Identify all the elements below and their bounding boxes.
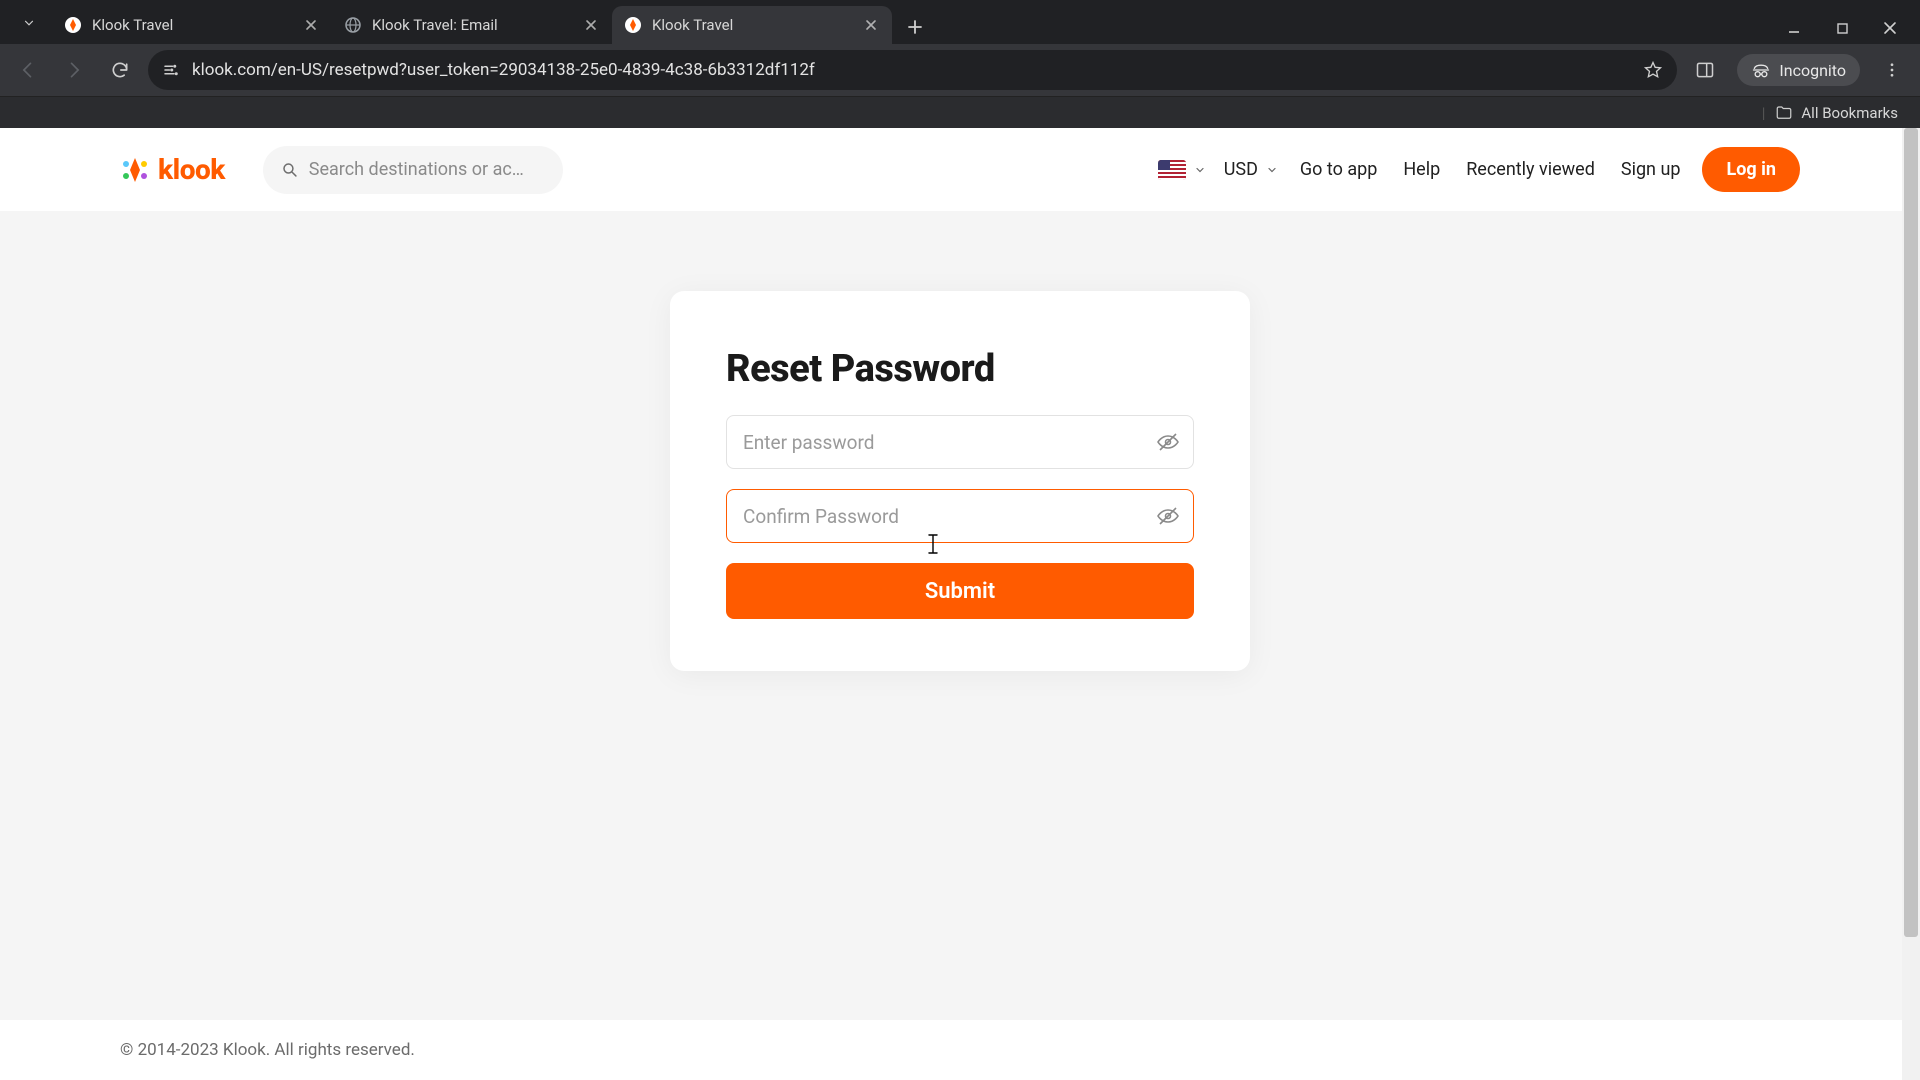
klook-favicon-icon (624, 16, 642, 34)
nav-sign-up[interactable]: Sign up (1617, 153, 1685, 186)
forward-button[interactable] (56, 52, 92, 88)
tab-search-button[interactable] (12, 6, 46, 40)
chevron-down-icon (1194, 164, 1206, 176)
tab-title: Klook Travel (652, 16, 852, 34)
eye-off-icon (1156, 504, 1180, 528)
language-selector[interactable] (1158, 160, 1206, 180)
confirm-password-input[interactable] (726, 489, 1194, 543)
browser-tab[interactable]: Klook Travel (52, 6, 332, 44)
klook-favicon-icon (64, 16, 82, 34)
close-icon (1883, 21, 1897, 35)
kebab-icon (1883, 61, 1901, 79)
browser-toolbar: klook.com/en-US/resetpwd?user_token=2903… (0, 44, 1920, 96)
site-search-input[interactable] (309, 159, 545, 180)
site-footer: © 2014-2023 Klook. All rights reserved. (0, 1020, 1920, 1080)
tab-close-button[interactable] (582, 16, 600, 34)
reset-password-card: Reset Password Submit (670, 291, 1250, 671)
logo-text: klook (158, 153, 225, 186)
side-panel-button[interactable] (1687, 52, 1723, 88)
tab-title: Klook Travel: Email (372, 16, 572, 34)
viewport: klook USD Go to app Help Recently viewed… (0, 128, 1920, 1080)
page-title: Reset Password (726, 347, 1194, 391)
close-icon (305, 19, 317, 31)
minimize-icon (1787, 21, 1801, 35)
incognito-label: Incognito (1779, 61, 1846, 80)
confirm-password-field-wrapper (726, 489, 1194, 543)
bookmarks-bar: | All Bookmarks (0, 96, 1920, 128)
globe-favicon-icon (344, 16, 362, 34)
tab-close-button[interactable] (302, 16, 320, 34)
browser-tab[interactable]: Klook Travel: Email (332, 6, 612, 44)
side-panel-icon (1695, 60, 1715, 80)
minimize-button[interactable] (1784, 18, 1804, 38)
nav-go-to-app[interactable]: Go to app (1296, 153, 1381, 186)
scrollbar-thumb[interactable] (1904, 128, 1918, 937)
logo-mark-icon (120, 155, 150, 185)
page-body: Reset Password Submit (0, 211, 1920, 1020)
bookmark-star-button[interactable] (1643, 60, 1663, 80)
toggle-password-visibility[interactable] (1156, 430, 1180, 454)
url-text: klook.com/en-US/resetpwd?user_token=2903… (192, 60, 1631, 80)
browser-chrome: Klook Travel Klook Travel: Email Klook T… (0, 0, 1920, 128)
window-controls (1784, 18, 1920, 44)
maximize-button[interactable] (1832, 18, 1852, 38)
chevron-down-icon (1266, 164, 1278, 176)
search-icon (281, 160, 299, 180)
site-header: klook USD Go to app Help Recently viewed… (0, 128, 1920, 211)
site-search[interactable] (263, 146, 563, 194)
currency-selector[interactable]: USD (1224, 159, 1278, 180)
star-icon (1643, 60, 1663, 80)
nav-log-in-button[interactable]: Log in (1702, 147, 1800, 192)
site-settings-button[interactable] (162, 61, 180, 79)
close-icon (585, 19, 597, 31)
close-icon (865, 19, 877, 31)
all-bookmarks-button[interactable]: All Bookmarks (1775, 104, 1898, 122)
toggle-confirm-visibility[interactable] (1156, 504, 1180, 528)
arrow-left-icon (18, 60, 38, 80)
reload-icon (110, 60, 130, 80)
vertical-scrollbar[interactable] (1902, 128, 1920, 1080)
arrow-right-icon (64, 60, 84, 80)
reload-button[interactable] (102, 52, 138, 88)
all-bookmarks-label: All Bookmarks (1801, 104, 1898, 122)
address-bar[interactable]: klook.com/en-US/resetpwd?user_token=2903… (148, 50, 1677, 90)
maximize-icon (1836, 22, 1849, 35)
browser-tab-active[interactable]: Klook Travel (612, 6, 892, 44)
password-field-wrapper (726, 415, 1194, 469)
eye-off-icon (1156, 430, 1180, 454)
logo[interactable]: klook (120, 153, 225, 186)
us-flag-icon (1158, 160, 1186, 180)
tab-strip: Klook Travel Klook Travel: Email Klook T… (0, 0, 1920, 44)
plus-icon (907, 19, 923, 35)
chevron-down-icon (22, 16, 36, 30)
back-button[interactable] (10, 52, 46, 88)
close-window-button[interactable] (1880, 18, 1900, 38)
currency-label: USD (1224, 159, 1258, 180)
incognito-icon (1751, 60, 1771, 80)
folder-icon (1775, 104, 1793, 122)
submit-button[interactable]: Submit (726, 563, 1194, 619)
nav-recently-viewed[interactable]: Recently viewed (1462, 153, 1599, 186)
tune-icon (162, 61, 180, 79)
incognito-indicator[interactable]: Incognito (1737, 54, 1860, 86)
tab-title: Klook Travel (92, 16, 292, 34)
password-input[interactable] (726, 415, 1194, 469)
copyright-text: © 2014-2023 Klook. All rights reserved. (120, 1040, 415, 1060)
new-tab-button[interactable] (898, 10, 932, 44)
browser-menu-button[interactable] (1874, 52, 1910, 88)
tab-close-button[interactable] (862, 16, 880, 34)
nav-help[interactable]: Help (1399, 153, 1444, 186)
